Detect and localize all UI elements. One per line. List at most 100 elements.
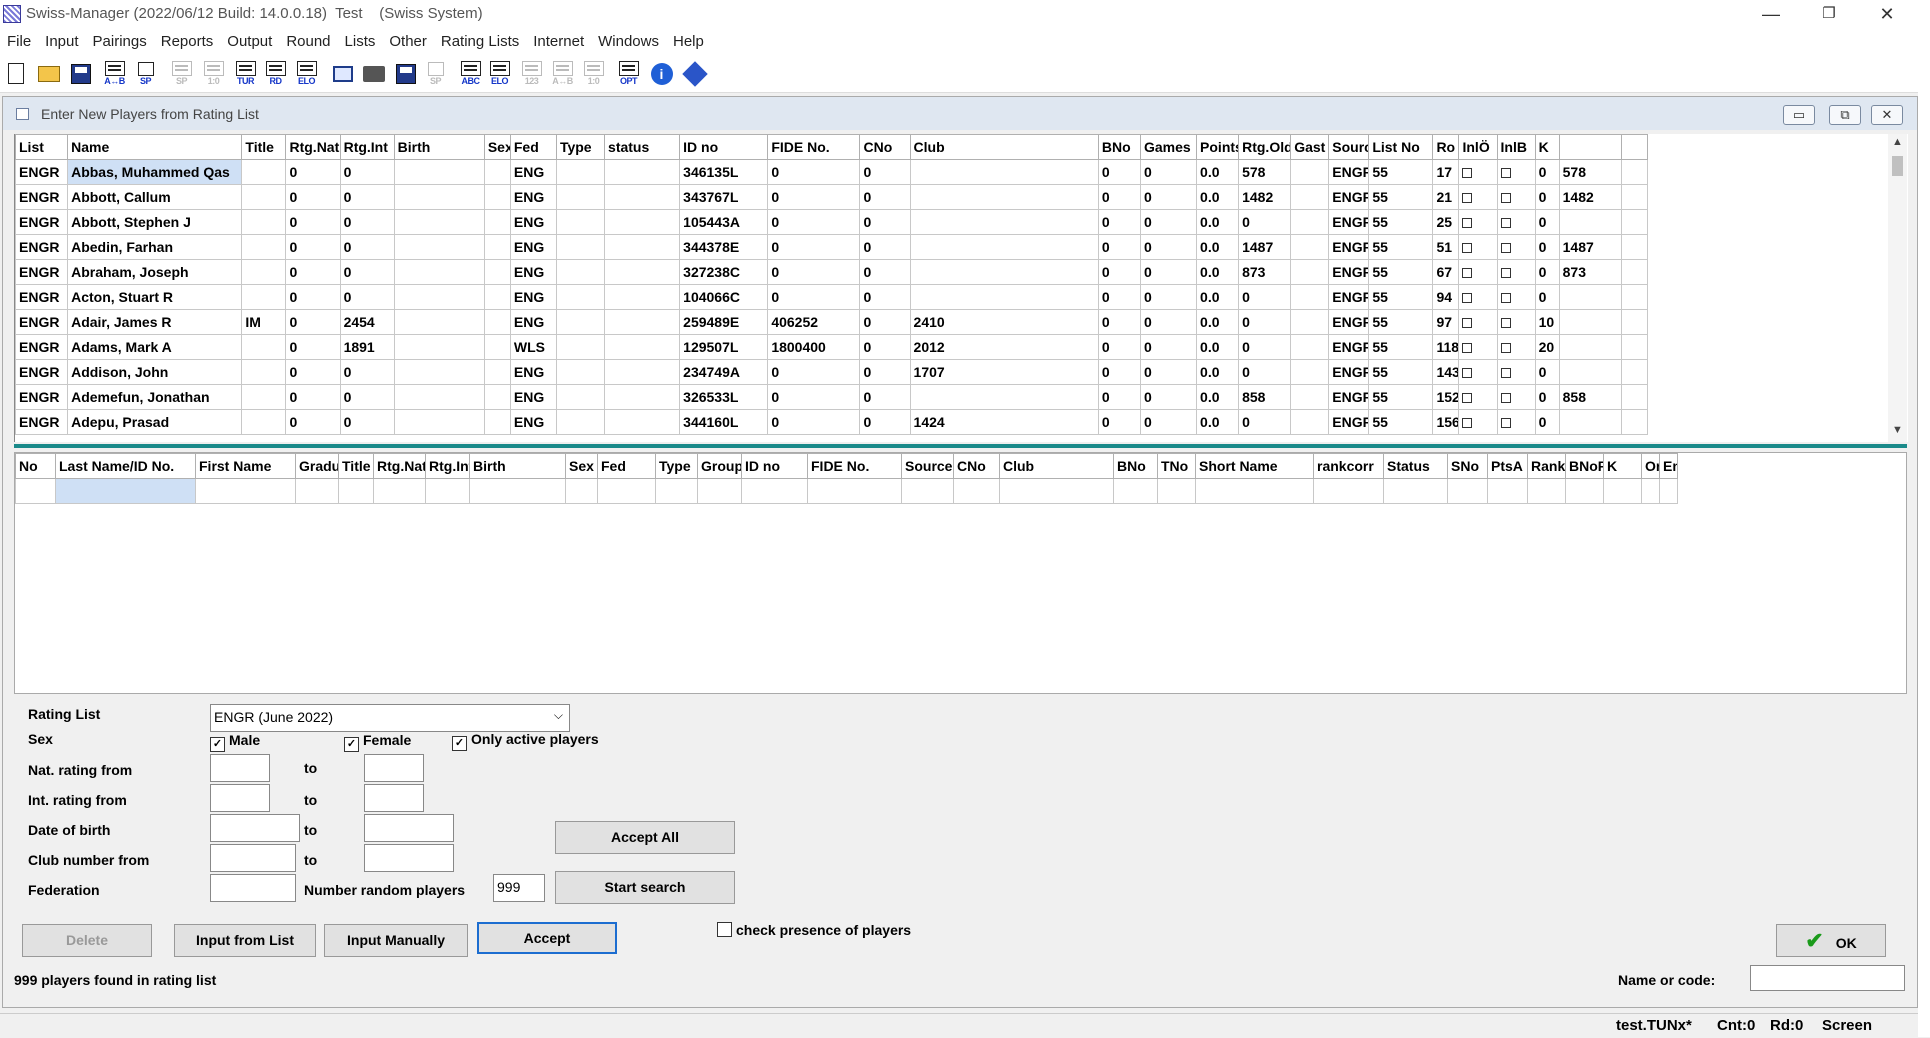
column-header[interactable]: BNo [1113,453,1158,479]
column-header[interactable]: ID no [741,453,808,479]
table-cell[interactable] [483,384,511,410]
table-cell[interactable]: 2454 [339,309,395,335]
table-cell[interactable]: 0 [1534,384,1560,410]
table-cell[interactable]: ENGR [15,159,69,185]
table-cell[interactable]: 0 [859,284,911,310]
table-cell[interactable]: 0.0 [1196,184,1240,210]
table-cell[interactable]: 0.0 [1196,259,1240,285]
column-header[interactable]: Birth [469,453,566,479]
table-cell[interactable]: 0 [339,209,395,235]
table-cell[interactable]: 0 [339,259,395,285]
table-cell[interactable] [1620,384,1649,410]
table-cell[interactable] [393,359,485,385]
table-cell[interactable]: 20 [1534,334,1560,360]
table-cell[interactable]: 0 [859,334,911,360]
table-row[interactable]: ENGR Abbott, Callum 0 0 ENG 343767L 0 0 0 0 0.0 148… [15,184,1649,210]
table-cell[interactable] [1195,478,1314,504]
table-cell[interactable]: 0 [285,209,341,235]
save-icon[interactable] [67,60,94,87]
table-cell[interactable]: 326533L [679,384,769,410]
cell-checkbox-icon[interactable] [1500,393,1511,404]
checkbox-icon[interactable] [1458,159,1498,185]
column-header[interactable]: Sex [483,134,511,160]
table-cell[interactable]: 0 [1139,359,1198,385]
table-cell[interactable] [1620,359,1649,385]
column-header[interactable]: CNo [859,134,911,160]
table-cell[interactable] [393,234,485,260]
table-cell[interactable]: ENG [509,384,557,410]
table-row[interactable]: ENGR Addison, John 0 0 ENG 234749A 0 0 1707 0 0 0.0… [15,359,1649,385]
table-cell[interactable]: 0 [339,184,395,210]
cell-checkbox-icon[interactable] [1462,268,1473,279]
table-cell[interactable]: 234749A [679,359,769,385]
table-cell[interactable]: 0.0 [1196,359,1240,385]
table-cell[interactable]: ENGR [15,259,69,285]
table-cell[interactable] [295,478,339,504]
table-cell[interactable]: 0 [285,259,341,285]
column-header[interactable]: Title [241,134,287,160]
table-cell[interactable]: 0 [859,234,911,260]
table-cell[interactable]: 0 [1238,284,1292,310]
cell-checkbox-icon[interactable] [1500,168,1511,179]
column-header[interactable]: Fed [597,453,656,479]
table-cell[interactable]: Ademefun, Jonathan [67,384,243,410]
tool-tur-icon[interactable]: TUR [232,60,259,87]
table-cell[interactable]: ENGR [15,409,69,435]
table-cell[interactable]: Adepu, Prasad [67,409,243,435]
table-cell[interactable] [483,234,511,260]
tool-result-disabled-icon[interactable]: 1:0 [200,60,227,87]
table-cell[interactable]: 55 [1368,409,1434,435]
table-cell[interactable]: 0 [859,209,911,235]
table-row[interactable]: ENGR Adepu, Prasad 0 0 ENG 344160L 0 0 1424 0 0 0.0… [15,409,1649,435]
table-cell[interactable]: 0 [1139,234,1198,260]
table-cell[interactable] [555,309,606,335]
printer-icon[interactable] [360,60,387,87]
table-cell[interactable]: 0 [285,359,341,385]
table-cell[interactable]: 0 [1238,309,1292,335]
checkbox-icon[interactable] [1458,284,1498,310]
name-or-code-input[interactable] [1750,965,1905,991]
table-cell[interactable]: 0 [859,309,911,335]
column-header[interactable]: FIDE No. [767,134,861,160]
table-cell[interactable] [604,409,681,435]
table-cell[interactable] [555,159,606,185]
new-players-grid[interactable]: No Last Name/ID No. First Name Gradu Title Rt… [14,452,1907,694]
table-cell[interactable]: 0 [1534,159,1560,185]
child-restore-button[interactable]: ⧉ [1829,105,1861,125]
table-cell[interactable] [241,259,287,285]
checkbox-icon[interactable] [1496,309,1536,335]
table-cell[interactable] [1565,478,1604,504]
table-cell[interactable]: ENGR [1328,334,1370,360]
checkbox-icon[interactable] [1458,184,1498,210]
column-header[interactable]: Rtg.Nat [285,134,341,160]
table-cell[interactable] [483,284,511,310]
table-cell[interactable] [1620,409,1649,435]
table-cell[interactable]: ENG [509,259,557,285]
table-cell[interactable] [604,259,681,285]
int-rating-from-input[interactable] [210,784,270,812]
table-cell[interactable] [483,209,511,235]
options-icon[interactable]: OPT [615,60,642,87]
table-cell[interactable] [604,159,681,185]
table-cell[interactable]: ENGR [1328,409,1370,435]
rating-list-dropdown[interactable]: ENGR (June 2022) ⌵ [210,704,570,732]
table-cell[interactable]: 17 [1432,159,1460,185]
table-cell[interactable] [604,309,681,335]
table-cell[interactable] [1383,478,1448,504]
table-cell[interactable] [241,284,287,310]
column-header[interactable]: Rtg.Old [1238,134,1292,160]
table-cell[interactable]: 1482 [1558,184,1622,210]
table-cell[interactable]: 344160L [679,409,769,435]
table-cell[interactable] [807,478,902,504]
table-cell[interactable]: ENGR [15,309,69,335]
table-cell[interactable]: 0 [339,384,395,410]
table-cell[interactable] [604,234,681,260]
table-cell[interactable] [1487,478,1528,504]
table-cell[interactable]: 0 [285,159,341,185]
new-file-icon[interactable] [2,60,29,87]
table-cell[interactable]: 0 [285,384,341,410]
table-cell[interactable]: 97 [1432,309,1460,335]
column-header[interactable]: Fed [509,134,557,160]
nat-rating-from-input[interactable] [210,754,270,782]
table-cell[interactable] [909,209,1099,235]
